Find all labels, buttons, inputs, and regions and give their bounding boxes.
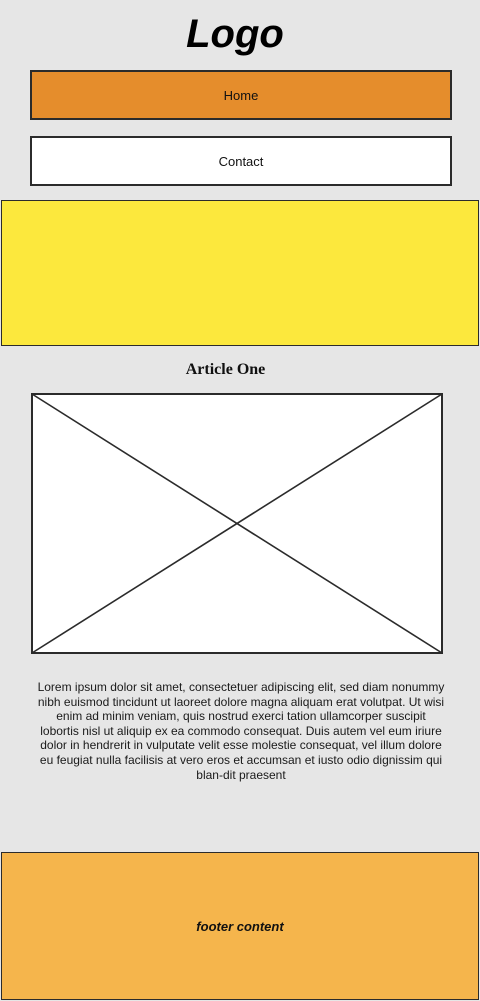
article-body: Lorem ipsum dolor sit amet, consectetuer…	[37, 680, 445, 782]
footer: footer content	[1, 852, 479, 1000]
nav-contact-label: Contact	[218, 153, 264, 169]
nav-home-button[interactable]: Home	[30, 70, 452, 120]
logo[interactable]: Logo	[0, 8, 470, 60]
nav-contact-button[interactable]: Contact	[30, 136, 452, 186]
nav-home-label: Home	[223, 87, 259, 103]
article-title: Article One	[185, 361, 266, 378]
page: Logo Home Contact Article One Lorem ipsu…	[0, 0, 480, 1001]
image-placeholder-icon	[31, 393, 443, 654]
footer-text: footer content	[196, 918, 284, 934]
hero-banner	[1, 200, 479, 346]
